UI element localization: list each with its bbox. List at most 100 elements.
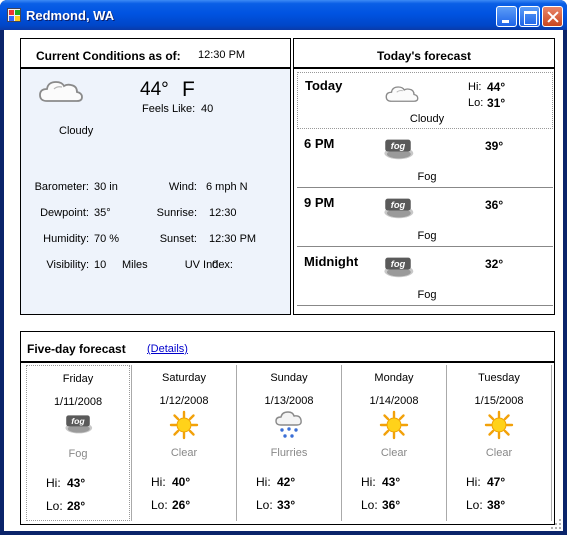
maximize-button[interactable] [519, 6, 540, 27]
day-forecast-card[interactable]: Sunday 1/13/2008 Flurries Hi: 42° Lo: 33… [237, 365, 341, 521]
barometer-label: Barometer: [34, 181, 89, 193]
visibility-value: 10 [94, 259, 107, 271]
day-date: 1/11/2008 [53, 396, 103, 408]
hi-temperature: 42° [277, 475, 296, 489]
forecast-condition: Fog [417, 230, 437, 242]
close-button[interactable] [542, 6, 563, 27]
day-condition: Clear [485, 447, 513, 459]
day-date: 1/14/2008 [369, 395, 419, 407]
day-forecast-card[interactable]: Friday 1/11/2008 Fog Hi: 43° Lo: 28° [26, 365, 130, 521]
fog-icon [381, 255, 415, 279]
forecast-period: Today [305, 78, 343, 93]
lo-temperature: 26° [172, 498, 191, 512]
cloudy-icon [37, 75, 85, 105]
column-divider [551, 365, 552, 521]
forecast-temperature: 36° [485, 198, 504, 212]
lo-temperature: 36° [382, 498, 401, 512]
forecast-condition: Fog [417, 171, 437, 183]
hi-label: Hi: [466, 475, 481, 489]
visibility-label: Visibility: [46, 259, 89, 271]
forecast-temperature: 39° [485, 139, 504, 153]
current-temperature: 44° [140, 79, 169, 100]
lo-label: Lo: [468, 97, 484, 109]
current-condition: Cloudy [59, 125, 94, 137]
barometer-value: 30 in [94, 181, 118, 193]
hi-temperature: 43° [382, 475, 401, 489]
current-conditions-header: Current Conditions as of: 12:30 PM [20, 38, 291, 68]
dewpoint-value: 35° [94, 207, 111, 219]
current-conditions-title: Current Conditions as of: [36, 49, 181, 63]
day-name: Sunday [270, 372, 308, 384]
feels-like-value: 40 [201, 103, 214, 115]
sunrise-value: 12:30 [209, 207, 237, 219]
fog-icon [381, 137, 415, 161]
forecast-period: 9 PM [304, 195, 335, 210]
uv-index-label: UV Index: [184, 259, 233, 271]
resize-grip-icon[interactable] [550, 518, 562, 530]
day-forecast-card[interactable]: Saturday 1/12/2008 Clear Hi: 40° Lo: 26° [132, 365, 236, 521]
day-date: 1/12/2008 [159, 395, 209, 407]
wind-value: 6 mph N [206, 181, 248, 193]
humidity-label: Humidity: [43, 233, 89, 245]
today-forecast-row[interactable]: 6 PM 39° Fog [297, 131, 553, 188]
lo-label: Lo: [151, 498, 168, 512]
lo-label: Lo: [361, 498, 378, 512]
current-conditions-panel: 44° F Feels Like: 40 Cloudy Barometer: 3… [20, 68, 291, 315]
window-client-area: Current Conditions as of: 12:30 PM 44° F… [4, 30, 563, 531]
lo-temperature: 33° [277, 498, 296, 512]
sunrise-label: Sunrise: [156, 207, 197, 219]
wind-label: Wind: [168, 181, 197, 193]
lo-temperature: 38° [487, 498, 506, 512]
today-forecast-row[interactable]: 9 PM 36° Fog [297, 190, 553, 247]
hi-label: Hi: [46, 476, 61, 490]
hi-temperature: 43° [67, 476, 86, 490]
current-conditions-time: 12:30 PM [198, 49, 246, 61]
cloudy-icon [384, 81, 420, 105]
hi-temperature: 47° [487, 475, 506, 489]
day-name: Tuesday [478, 372, 520, 384]
app-icon[interactable] [7, 8, 21, 22]
five-day-forecast-title: Five-day forecast [27, 342, 126, 356]
sunset-value: 12:30 PM [209, 233, 257, 245]
today-forecast-panel: Today Hi: 44° Lo: 31° Cloudy 6 PM 39° Fo… [293, 68, 555, 315]
today-forecast-row[interactable]: Midnight 32° Fog [297, 249, 553, 306]
day-condition: Flurries [270, 447, 308, 459]
minimize-button[interactable] [496, 6, 517, 27]
hi-temperature: 44° [487, 80, 506, 94]
fog-icon [62, 413, 94, 435]
snow-flurries-icon [274, 409, 304, 441]
temperature-unit: F [182, 78, 195, 101]
forecast-condition: Fog [417, 289, 437, 301]
fog-icon [381, 196, 415, 220]
hi-temperature: 40° [172, 475, 191, 489]
hi-label: Hi: [468, 81, 482, 93]
app-window: Redmond, WA Current Conditions as of: 12… [0, 0, 567, 535]
sunset-label: Sunset: [159, 233, 197, 245]
details-link[interactable]: (Details) [147, 343, 188, 355]
lo-temperature: 31° [487, 96, 506, 110]
today-forecast-header: Today's forecast [293, 38, 555, 68]
day-condition: Clear [170, 447, 198, 459]
uv-index-value: 0 [212, 259, 219, 271]
day-forecast-card[interactable]: Tuesday 1/15/2008 Clear Hi: 47° Lo: 38° [447, 365, 551, 521]
today-forecast-row[interactable]: Today Hi: 44° Lo: 31° Cloudy [297, 72, 553, 129]
day-name: Saturday [161, 372, 207, 384]
forecast-period: 6 PM [304, 136, 335, 151]
hi-label: Hi: [151, 475, 166, 489]
forecast-period: Midnight [304, 254, 359, 269]
dewpoint-label: Dewpoint: [40, 207, 89, 219]
hi-label: Hi: [256, 475, 271, 489]
forecast-temperature: 32° [485, 257, 504, 271]
lo-temperature: 28° [67, 499, 86, 513]
five-day-forecast-header: Five-day forecast (Details) [20, 331, 555, 362]
visibility-unit: Miles [122, 259, 148, 271]
today-forecast-title: Today's forecast [377, 49, 471, 63]
forecast-condition: Cloudy [409, 113, 445, 125]
lo-label: Lo: [256, 498, 273, 512]
window-title: Redmond, WA [26, 8, 115, 23]
humidity-value: 70 % [94, 233, 120, 245]
day-forecast-card[interactable]: Monday 1/14/2008 Clear Hi: 43° Lo: 36° [342, 365, 446, 521]
feels-like-label: Feels Like: [142, 103, 196, 115]
lo-label: Lo: [466, 498, 483, 512]
title-bar[interactable]: Redmond, WA [0, 0, 567, 30]
